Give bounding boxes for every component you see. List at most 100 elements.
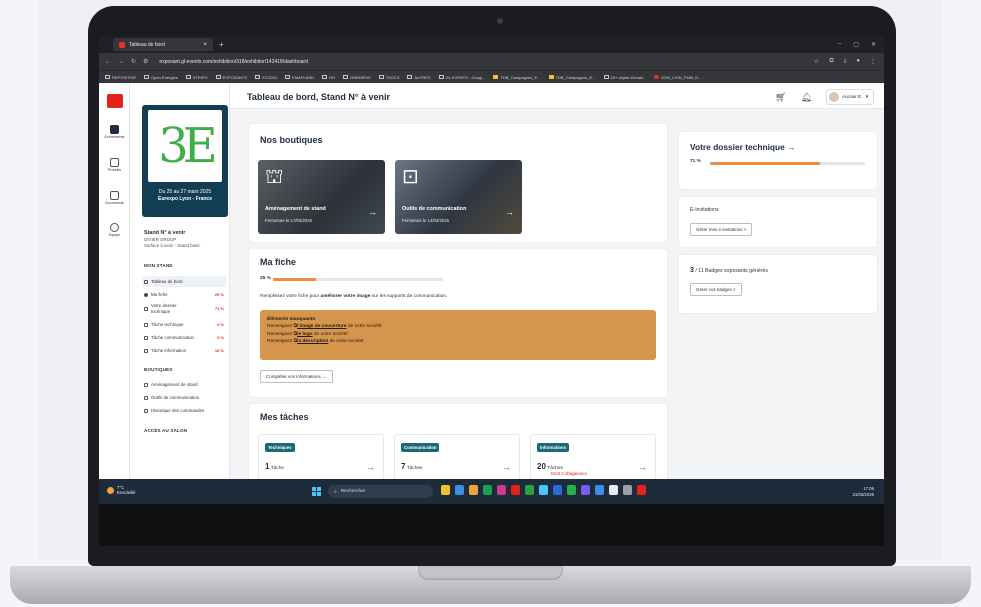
section-boutiques: BOUTIQUES <box>144 367 173 372</box>
shop-card-amenagement[interactable]: ⛫ Aménagement de stand Fermeture le 17/0… <box>258 160 385 234</box>
missing-link[interactable]: le logo <box>297 332 312 337</box>
bookmark-item[interactable]: EMAPLARD <box>285 75 314 80</box>
bookmark-item[interactable]: ONEDRIVE <box>342 75 371 80</box>
missing-elements-alert: Éléments manquants Renseignez ⧉l'image d… <box>260 310 656 360</box>
sidebar-item-historique[interactable]: Historique des commandes <box>142 405 226 416</box>
rail-item-equipe[interactable]: Equipe <box>99 223 130 237</box>
sidebar-item-ma-fiche[interactable]: Ma fiche 25 % <box>142 289 226 300</box>
cart-icon <box>144 395 148 400</box>
boutiques-title: Nos boutiques <box>260 135 323 145</box>
bookmark-item[interactable]: TDB_Campagnes_E... <box>493 75 541 80</box>
bookmark-item[interactable]: Open Energies <box>144 75 178 80</box>
pdf-icon <box>654 75 660 79</box>
folder-icon <box>105 75 110 79</box>
folder-icon <box>255 75 261 79</box>
arrow-right-icon: → <box>366 462 375 472</box>
dossier-title: Votre dossier technique → <box>690 142 796 152</box>
weather-widget[interactable]: 7°C Ensoleillé <box>107 485 135 496</box>
arrow-right-icon: → <box>502 462 511 472</box>
taskbar-app-icon[interactable] <box>539 485 548 495</box>
new-tab-icon[interactable]: + <box>219 40 224 49</box>
section-mon-stand: MON STAND <box>144 263 173 268</box>
taches-title: Mes tâches <box>260 412 309 422</box>
taskbar-app-icon[interactable] <box>525 485 534 495</box>
taskbar-search[interactable]: ⌕ Rechercher <box>328 485 433 498</box>
task-badge: Communication <box>401 443 440 452</box>
missing-link[interactable]: l'image de couverture <box>297 324 346 329</box>
bookmark-star-icon[interactable]: ☆ <box>814 58 819 65</box>
bookmark-item[interactable]: 2000_LION_PMM_D... <box>654 75 702 80</box>
browser-tab[interactable]: Tableau de bord × <box>113 38 213 51</box>
back-icon[interactable]: ← <box>105 59 111 65</box>
user-menu[interactable]: Auclair E. ▾ <box>826 89 874 105</box>
manage-invitations-button[interactable]: Gérer mes e-invitations > <box>690 223 753 236</box>
taskbar-app-icon[interactable] <box>469 485 478 495</box>
boutiques-card: Nos boutiques ⛫ Aménagement de stand Fer… <box>249 124 667 242</box>
taskbar-app-icon[interactable] <box>497 485 506 495</box>
maximize-icon[interactable]: ▢ <box>853 41 859 48</box>
taskbar-app-icon[interactable] <box>595 485 604 495</box>
bookmark-item[interactable]: AUTRES <box>407 75 431 80</box>
taskbar-app-icon[interactable] <box>553 485 562 495</box>
reload-icon[interactable]: ↻ <box>131 58 136 65</box>
bookmark-item[interactable]: GL EVENTS - Googl... <box>438 75 485 80</box>
download-icon[interactable]: ⤓ <box>844 58 847 65</box>
forward-icon[interactable]: → <box>118 59 124 65</box>
bookmark-item[interactable]: STUDIO <box>255 75 277 80</box>
sidebar-item-tache-information[interactable]: Tâche information 10 % <box>142 345 226 356</box>
task-count: 7 Tâches <box>401 462 423 471</box>
folder-icon <box>215 75 221 79</box>
missing-item: Renseignez ⧉l'image de couverture de vot… <box>267 324 382 330</box>
rail-item-produits[interactable]: Produits <box>99 158 130 172</box>
taskbar-app-icon[interactable] <box>511 485 520 495</box>
fiche-progress-label: 25 % <box>260 276 271 281</box>
url-field[interactable]: exposant.gl-events.com/exhibition/318/ex… <box>159 59 307 65</box>
site-settings-icon[interactable]: ⚙ <box>143 58 148 65</box>
sidebar-item-amenagement[interactable]: Aménagement de stand <box>142 379 226 390</box>
dossier-progress-fill <box>710 162 821 165</box>
cart-icon[interactable]: 🛒︎ <box>775 92 786 103</box>
bell-icon[interactable]: 🔔︎ <box>801 92 812 103</box>
bookmark-item[interactable]: REPOSITIVE <box>105 75 136 80</box>
missing-link[interactable]: la description <box>297 339 328 344</box>
taskbar-app-icon[interactable] <box>441 485 450 495</box>
menu-icon[interactable]: ⋮ <box>870 58 876 65</box>
taskbar-app-icon[interactable] <box>609 485 618 495</box>
extensions-icon[interactable]: ⧉ <box>829 58 833 65</box>
dossier-card[interactable]: Votre dossier technique → 71 % <box>679 132 877 189</box>
sidebar-item-dossier-technique[interactable]: Votre dossier technique 71 % <box>142 301 226 316</box>
shop-card-communication[interactable]: ⊡ Outils de communication Fermeture le 1… <box>395 160 522 234</box>
event-card[interactable]: 3E Du 25 au 27 mars 2025 Eurexpo Lyon - … <box>142 105 228 217</box>
window-close-icon[interactable]: ✕ <box>871 41 876 48</box>
taskbar-clock[interactable]: 17:06 21/03/2025 <box>852 486 874 498</box>
sidebar-item-tache-communication[interactable]: Tâche communication 0 % <box>142 332 226 343</box>
taskbar-app-icon[interactable] <box>581 485 590 495</box>
sidebar-item-outils-communication[interactable]: Outils de communication <box>142 392 226 403</box>
taskbar-app-icon[interactable] <box>623 485 632 495</box>
rail-item-documents[interactable]: Documents <box>99 191 130 205</box>
complete-info-button[interactable]: Compléter vos informations → <box>260 370 333 383</box>
bookmark-item[interactable]: RH <box>322 75 335 80</box>
dossier-progress-label: 71 % <box>690 159 701 164</box>
windows-start-icon[interactable] <box>312 487 321 496</box>
close-icon[interactable]: × <box>203 42 207 48</box>
taskbar-app-icon[interactable] <box>455 485 464 495</box>
profile-icon[interactable]: ● <box>856 58 860 65</box>
bookmark-item[interactable]: STRIPO <box>185 75 208 80</box>
brand-logo[interactable] <box>107 94 123 108</box>
bookmark-item[interactable]: TDB_Campagnes_E... <box>548 75 596 80</box>
sidebar-item-tableau-de-bord[interactable]: Tableau de bord <box>142 276 226 287</box>
bookmark-item[interactable]: 20+ objets d'email... <box>603 75 646 80</box>
rail-item-evenements[interactable]: Evènements <box>99 125 130 139</box>
camera-icon <box>497 18 503 24</box>
bookmark-item[interactable]: TOOLS <box>378 75 399 80</box>
minimize-icon[interactable]: – <box>838 41 841 48</box>
bookmark-item[interactable]: EXPOSANTS <box>215 75 247 80</box>
sidebar-item-tache-technique[interactable]: Tâche technique 0 % <box>142 319 226 330</box>
missing-item: Renseignez ⧉le logo de votre société <box>267 331 348 337</box>
manage-badges-button[interactable]: Gérer vos badges > <box>690 283 742 296</box>
fiche-description: Remplissez votre fiche pour améliorer vo… <box>260 294 448 299</box>
taskbar-app-icon[interactable] <box>483 485 492 495</box>
taskbar-app-icon[interactable] <box>637 485 646 495</box>
taskbar-app-icon[interactable] <box>567 485 576 495</box>
